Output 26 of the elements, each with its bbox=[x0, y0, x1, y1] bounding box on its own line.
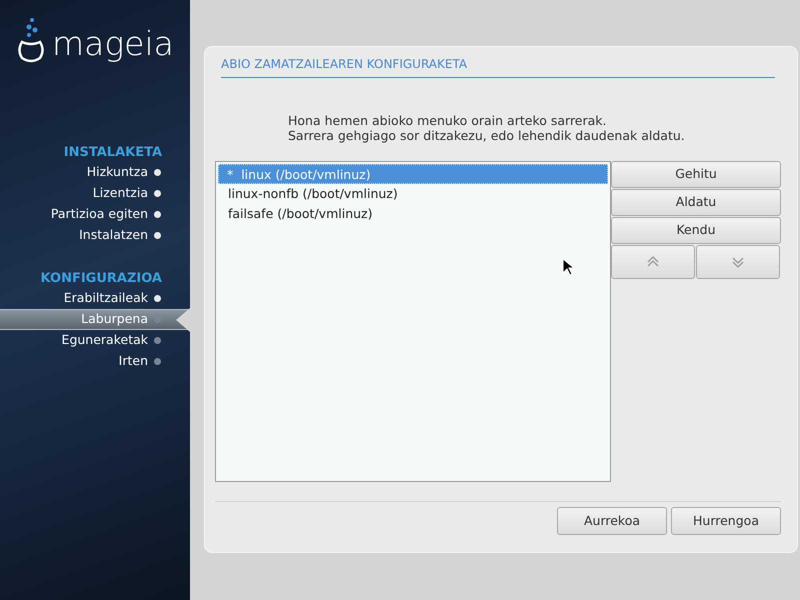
pointer-triangle-icon bbox=[176, 308, 190, 332]
section-heading: INSTALAKETA bbox=[64, 144, 162, 162]
cauldron-icon bbox=[16, 16, 46, 64]
section-heading: KONFIGURAZIOA bbox=[40, 270, 162, 288]
step-label: Irten bbox=[118, 352, 148, 370]
step-label: Partizioa egiten bbox=[50, 205, 148, 224]
logo-text: mageia bbox=[52, 24, 175, 64]
step-label: Eguneraketak bbox=[62, 331, 148, 350]
nav-button[interactable]: Aurrekoa bbox=[557, 507, 667, 535]
description-line: Hona hemen abioko menuko orain arteko sarrerak. bbox=[288, 113, 608, 128]
action-button[interactable]: Kendu bbox=[611, 217, 781, 244]
step-label: Hizkuntza bbox=[86, 163, 148, 182]
step-label: Erabiltzaileak bbox=[64, 289, 148, 308]
page-title: ABIO ZAMATZAILEAREN KONFIGURAKETA bbox=[221, 55, 775, 78]
step-label: Lizentzia bbox=[92, 184, 148, 202]
boot-entry[interactable]: failsafe (/boot/vmlinuz) bbox=[218, 204, 608, 224]
mouse-pointer-icon bbox=[563, 259, 575, 276]
move-down-button[interactable] bbox=[696, 245, 780, 279]
step-label: Instalatzen bbox=[79, 226, 148, 244]
move-up-button[interactable] bbox=[611, 245, 695, 279]
boot-entry[interactable]: linux-nonfb (/boot/vmlinuz) bbox=[218, 184, 608, 204]
step-label: Laburpena bbox=[81, 310, 148, 328]
action-button[interactable]: Gehitu bbox=[611, 161, 781, 188]
nav-button[interactable]: Hurrengoa bbox=[671, 507, 781, 535]
action-button[interactable]: Aldatu bbox=[611, 189, 781, 216]
description-line: Sarrera gehgiago sor ditzakezu, edo lehendik daudenak aldatu. bbox=[288, 128, 686, 143]
